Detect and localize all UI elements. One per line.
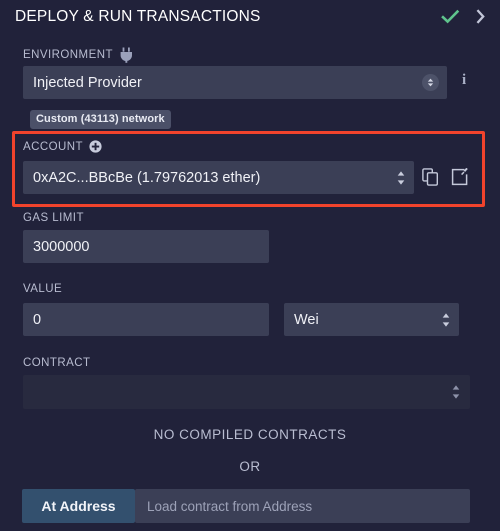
- environment-label: ENVIRONMENT: [23, 49, 113, 61]
- load-contract-address-input[interactable]: Load contract from Address: [135, 489, 470, 523]
- at-address-button[interactable]: At Address: [22, 489, 135, 523]
- environment-label-row: ENVIRONMENT: [23, 47, 134, 63]
- select-spinner-icon[interactable]: [422, 74, 439, 91]
- plug-icon: [119, 47, 134, 63]
- contract-select[interactable]: [23, 375, 470, 409]
- load-contract-address-placeholder: Load contract from Address: [147, 498, 313, 514]
- environment-value: Injected Provider: [33, 74, 142, 91]
- page-title: DEPLOY & RUN TRANSACTIONS: [15, 7, 261, 25]
- account-label-row: ACCOUNT: [23, 140, 102, 153]
- edit-icon[interactable]: [451, 168, 469, 186]
- contract-label: CONTRACT: [23, 357, 91, 369]
- header-icon-group: [441, 9, 486, 25]
- chevron-right-icon[interactable]: [476, 9, 486, 24]
- no-compiled-contracts-text: NO COMPILED CONTRACTS: [153, 427, 347, 442]
- gas-limit-value: 3000000: [33, 238, 90, 255]
- panel-header: DEPLOY & RUN TRANSACTIONS: [0, 0, 500, 33]
- select-spinner-icon[interactable]: [396, 170, 406, 186]
- value-unit: Wei: [294, 311, 319, 328]
- account-select[interactable]: 0xA2C...BBcBe (1.79762013 ether): [23, 161, 414, 194]
- account-value: 0xA2C...BBcBe (1.79762013 ether): [33, 169, 261, 186]
- select-spinner-icon[interactable]: [441, 312, 451, 328]
- deploy-run-transactions-panel: DEPLOY & RUN TRANSACTIONS ENVIRONMENT In…: [0, 0, 500, 531]
- check-icon[interactable]: [441, 9, 460, 25]
- or-text: OR: [239, 459, 261, 474]
- account-actions: [422, 168, 469, 186]
- value-amount: 0: [33, 311, 42, 328]
- environment-select[interactable]: Injected Provider: [23, 66, 447, 99]
- gas-limit-label: GAS LIMIT: [23, 212, 84, 224]
- value-input[interactable]: 0: [23, 303, 269, 336]
- account-label: ACCOUNT: [23, 140, 84, 153]
- info-icon[interactable]: i: [462, 72, 466, 89]
- select-spinner-icon[interactable]: [451, 384, 461, 400]
- value-label: VALUE: [23, 283, 63, 295]
- plus-circle-icon[interactable]: [89, 140, 102, 153]
- value-unit-select[interactable]: Wei: [284, 303, 459, 336]
- copy-icon[interactable]: [422, 168, 439, 186]
- network-badge: Custom (43113) network: [30, 110, 171, 129]
- gas-limit-input[interactable]: 3000000: [23, 230, 269, 263]
